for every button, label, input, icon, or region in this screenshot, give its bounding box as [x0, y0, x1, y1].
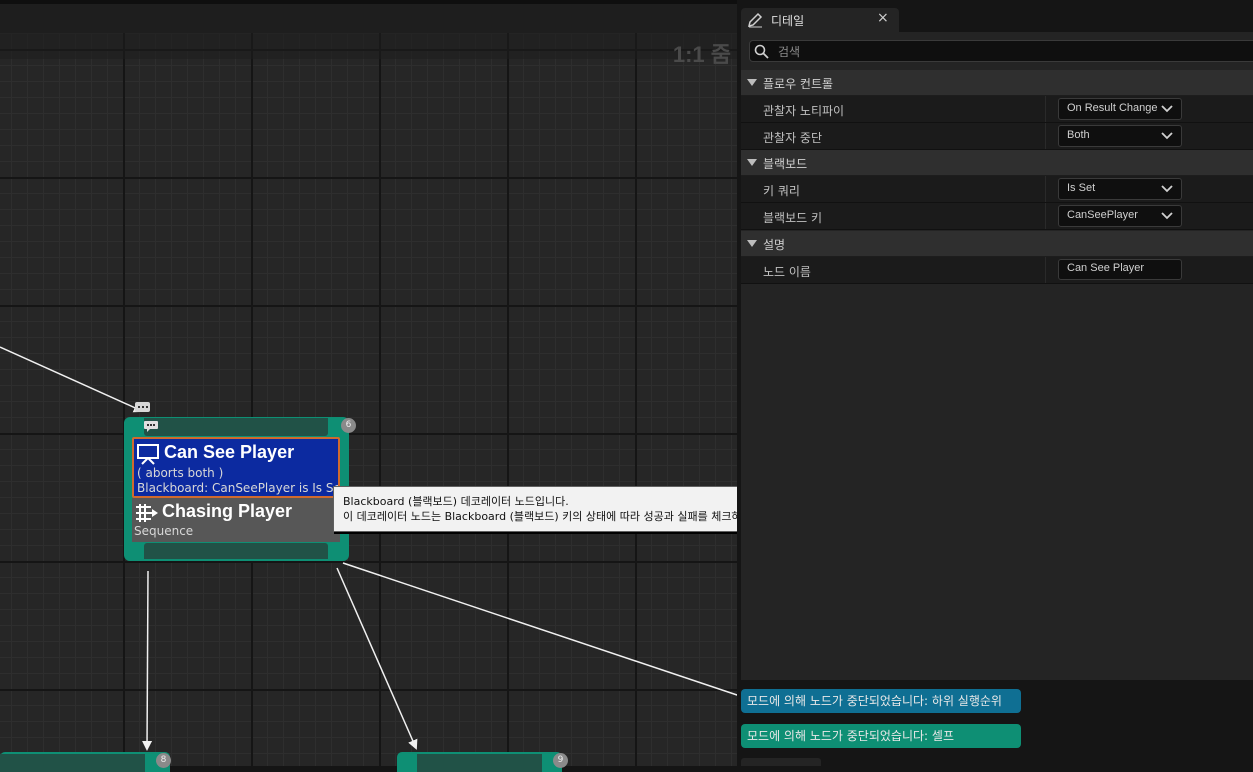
property-label: 노드 이름: [763, 265, 811, 279]
property-divider[interactable]: [1045, 123, 1046, 149]
observer-aborts-dropdown[interactable]: Both: [1058, 125, 1182, 147]
property-divider[interactable]: [1045, 257, 1046, 283]
chevron-down-icon: [1161, 185, 1173, 193]
child-node-input-area[interactable]: [0, 754, 145, 772]
property-label: 관찰자 노티파이: [763, 104, 845, 118]
sequence-composite[interactable]: Chasing Player Sequence: [132, 498, 340, 542]
notification-lower-priority-abort: 모드에 의해 노드가 중단되었습니다: 하위 실행순위: [741, 689, 1021, 713]
dropdown-value: CanSeePlayer: [1067, 209, 1138, 221]
node-name-field[interactable]: Can See Player: [1058, 259, 1182, 280]
expand-arrow-icon[interactable]: [747, 159, 757, 166]
node-output-area[interactable]: [144, 543, 328, 559]
editor-top-strip: [0, 0, 737, 33]
details-body: 플로우 컨트롤 관찰자 노티파이 On Result Change 관찰자 중단…: [741, 32, 1253, 680]
composite-title: Chasing Player: [162, 501, 293, 521]
property-divider[interactable]: [1045, 96, 1046, 122]
property-label: 관찰자 중단: [763, 131, 823, 145]
chevron-down-icon: [1161, 132, 1173, 140]
category-label: 설명: [763, 238, 786, 252]
close-tab-button[interactable]: ×: [877, 10, 889, 26]
dropdown-value: On Result Change: [1067, 102, 1158, 114]
property-label: 키 쿼리: [763, 184, 800, 198]
property-row-notify-observer: 관찰자 노티파이 On Result Change: [741, 96, 1253, 123]
sequence-arrows-icon: [136, 504, 158, 522]
key-query-dropdown[interactable]: Is Set: [1058, 178, 1182, 200]
details-panel: 디테일 × 플로우 컨트롤 관찰자 노티파이 On Result Change …: [737, 0, 1253, 766]
child-node-middle[interactable]: 9: [397, 752, 568, 772]
category-blackboard[interactable]: 블랙보드: [741, 150, 1253, 176]
execution-index-badge: 6: [341, 418, 356, 433]
behavior-tree-graph[interactable]: 1:1 줌: [0, 33, 737, 766]
node-input-pin-icon[interactable]: [134, 401, 152, 415]
chevron-down-icon: [1161, 105, 1173, 113]
search-icon: [754, 44, 769, 59]
decorator-title: Can See Player: [164, 442, 295, 462]
property-divider[interactable]: [1045, 176, 1046, 202]
property-row-key-query: 키 쿼리 Is Set: [741, 176, 1253, 203]
decorator-presentation-icon: [137, 444, 159, 465]
pencil-icon: [747, 12, 763, 28]
property-row-observer-aborts: 관찰자 중단 Both: [741, 123, 1253, 150]
decorator-condition: Blackboard: CanSeePlayer is Is Set: [137, 481, 340, 495]
details-search-box[interactable]: [749, 40, 1253, 62]
behavior-tree-node[interactable]: 6 Can See Player ( aborts both ) Blackbo…: [124, 417, 356, 561]
expand-arrow-icon[interactable]: [747, 79, 757, 86]
property-label: 블랙보드 키: [763, 211, 823, 225]
blackboard-key-dropdown[interactable]: CanSeePlayer: [1058, 205, 1182, 227]
node-input-area[interactable]: [144, 418, 328, 436]
notify-observer-dropdown[interactable]: On Result Change: [1058, 98, 1182, 120]
details-tab-title: 디테일: [771, 14, 805, 28]
property-row-node-name: 노드 이름 Can See Player: [741, 257, 1253, 284]
category-label: 플로우 컨트롤: [763, 77, 834, 91]
category-description[interactable]: 설명: [741, 231, 1253, 257]
graph-title-bar: [0, 33, 737, 59]
bottom-panel-tab[interactable]: [741, 758, 821, 766]
comment-icon: [144, 421, 158, 432]
search-input[interactable]: [776, 42, 1250, 62]
chevron-down-icon: [1161, 212, 1173, 220]
decorator-abort-mode: ( aborts both ): [137, 466, 224, 480]
category-flow-control[interactable]: 플로우 컨트롤: [741, 70, 1253, 96]
dropdown-value: Both: [1067, 129, 1090, 141]
child-node-input-area[interactable]: [417, 754, 542, 772]
category-label: 블랙보드: [763, 157, 808, 171]
property-row-blackboard-key: 블랙보드 키 CanSeePlayer: [741, 203, 1253, 230]
expand-arrow-icon[interactable]: [747, 240, 757, 247]
blackboard-decorator[interactable]: Can See Player ( aborts both ) Blackboar…: [132, 437, 340, 498]
property-divider[interactable]: [1045, 203, 1046, 229]
dropdown-value: Is Set: [1067, 182, 1096, 194]
details-tab[interactable]: 디테일 ×: [741, 8, 899, 32]
notification-self-abort: 모드에 의해 노드가 중단되었습니다: 셀프: [741, 724, 1021, 748]
zoom-level-label: 1:1 줌: [672, 42, 731, 67]
composite-type-label: Sequence: [134, 524, 194, 538]
child-node-left[interactable]: 8: [0, 752, 171, 772]
